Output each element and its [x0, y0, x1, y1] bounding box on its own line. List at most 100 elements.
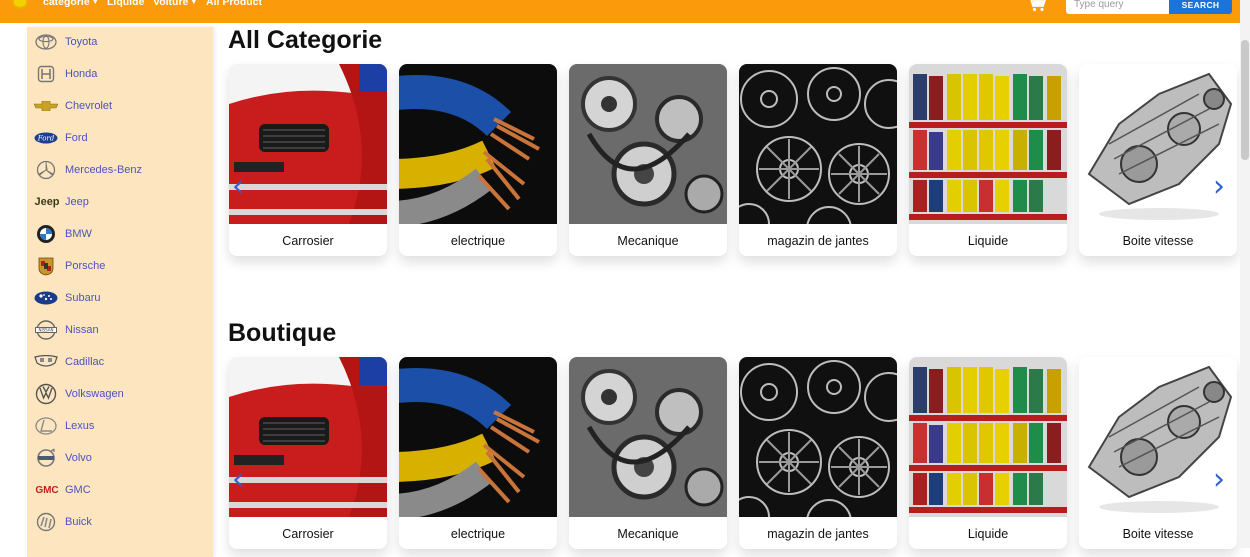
sidebar-item-label: Ford: [65, 132, 88, 144]
sidebar-item-label: BMW: [65, 228, 92, 240]
mercedes-logo-icon: [34, 159, 58, 181]
category-card-label: magazin de jantes: [767, 234, 869, 248]
ford-logo-icon: Ford: [34, 127, 58, 149]
search-input[interactable]: [1066, 0, 1169, 14]
category-card-label: electrique: [450, 234, 506, 248]
category-card-label: Liquide: [967, 527, 1009, 541]
top-navbar: categorie ▼ Liquide Voiture ▼ All Product …: [0, 0, 1240, 23]
category-card-label: electrique: [450, 527, 506, 541]
sidebar-item-label: Honda: [65, 68, 98, 80]
buick-logo-icon: [34, 511, 58, 533]
nav-link-voiture[interactable]: Voiture ▼: [153, 0, 197, 8]
category-card[interactable]: Liquide: [909, 357, 1067, 549]
carousel-prev-arrow-icon[interactable]: ‹: [232, 172, 244, 202]
lexus-logo-icon: [34, 415, 58, 437]
category-card[interactable]: Liquide: [909, 64, 1067, 256]
sidebar-item-bmw[interactable]: BMW: [27, 219, 213, 249]
category-card-label: Boite vitesse: [1122, 527, 1194, 541]
oil-bottles-image[interactable]: [909, 357, 1067, 517]
sidebar-item-cadillac[interactable]: Cadillac: [27, 347, 213, 377]
category-card-label: Mecanique: [617, 234, 679, 248]
search-button[interactable]: SEARCH: [1169, 0, 1232, 14]
toyota-logo-icon: [34, 31, 58, 53]
section-title-all-categorie: All Categorie: [228, 26, 383, 54]
category-card-label: Carrosier: [282, 527, 334, 541]
category-card-label: Liquide: [967, 234, 1009, 248]
sidebar-item-gmc[interactable]: GMC GMC: [27, 475, 213, 505]
engine-image[interactable]: [569, 64, 727, 224]
gmc-logo-icon: GMC: [35, 484, 59, 496]
cart-icon[interactable]: [1027, 0, 1047, 12]
honda-logo-icon: [34, 63, 58, 85]
nav-link-categorie[interactable]: categorie ▼: [43, 0, 99, 8]
category-card[interactable]: Carrosier: [229, 64, 387, 256]
category-card-label: magazin de jantes: [767, 527, 869, 541]
sidebar-item-nissan[interactable]: NISSAN Nissan: [27, 315, 213, 345]
subaru-logo-icon: [34, 287, 58, 309]
nav-link-liquide[interactable]: Liquide: [107, 0, 144, 8]
porsche-logo-icon: [34, 255, 58, 277]
sidebar-item-honda[interactable]: Honda: [27, 59, 213, 89]
category-card-label: Mecanique: [617, 527, 679, 541]
sidebar-item-lexus[interactable]: Lexus: [27, 411, 213, 441]
scrollbar-thumb[interactable]: [1241, 40, 1249, 160]
category-card[interactable]: electrique: [399, 357, 557, 549]
sidebar-item-label: Jeep: [65, 196, 89, 208]
sidebar-item-label: Lexus: [65, 420, 95, 432]
chevrolet-logo-icon: [34, 95, 58, 117]
sidebar-item-toyota[interactable]: Toyota: [27, 27, 213, 57]
sidebar-item-label: Volkswagen: [65, 388, 124, 400]
category-card[interactable]: electrique: [399, 64, 557, 256]
volkswagen-logo-icon: [34, 383, 58, 405]
sidebar-item-volkswagen[interactable]: Volkswagen: [27, 379, 213, 409]
bmw-logo-icon: [34, 223, 58, 245]
section-title-boutique: Boutique: [228, 319, 337, 347]
sidebar-item-jeep[interactable]: Jeep Jeep: [27, 187, 213, 217]
nav-link-all-product[interactable]: All Product: [206, 0, 262, 8]
carousel-next-arrow-icon[interactable]: ›: [1213, 172, 1225, 202]
category-card[interactable]: Mecanique: [569, 357, 727, 549]
sidebar-item-label: Volvo: [65, 452, 92, 464]
category-card[interactable]: Carrosier: [229, 357, 387, 549]
svg-text:Ford: Ford: [37, 135, 55, 143]
carousel-next-arrow-icon[interactable]: ›: [1213, 465, 1225, 495]
sidebar-item-volvo[interactable]: Volvo: [27, 443, 213, 473]
wheel-rims-image[interactable]: [739, 357, 897, 517]
category-card[interactable]: Mecanique: [569, 64, 727, 256]
electric-cables-image[interactable]: [399, 64, 557, 224]
sidebar-item-label: Toyota: [65, 36, 98, 48]
volvo-logo-icon: [34, 447, 58, 469]
jeep-logo-icon: Jeep: [34, 196, 60, 208]
sidebar-item-mercedes[interactable]: Mercedes-Benz: [27, 155, 213, 185]
car-body-image[interactable]: [229, 357, 387, 517]
cadillac-logo-icon: [34, 351, 58, 373]
sidebar-item-ford[interactable]: Ford Ford: [27, 123, 213, 153]
sidebar-item-label: Nissan: [65, 324, 99, 336]
sidebar-item-porsche[interactable]: Porsche: [27, 251, 213, 281]
brand-sidebar: Toyota Honda Chevrolet Ford Ford Mercede…: [27, 27, 213, 557]
engine-image[interactable]: [569, 357, 727, 517]
category-card[interactable]: Boite vitesse: [1079, 357, 1237, 549]
caret-down-icon: ▼: [190, 0, 198, 6]
sidebar-item-label: Buick: [65, 516, 92, 528]
category-card[interactable]: magazin de jantes: [739, 357, 897, 549]
sidebar-item-label: Porsche: [65, 260, 106, 272]
nissan-logo-icon: NISSAN: [34, 319, 58, 341]
sidebar-item-chevrolet[interactable]: Chevrolet: [27, 91, 213, 121]
carousel-prev-arrow-icon[interactable]: ‹: [232, 465, 244, 495]
electric-cables-image[interactable]: [399, 357, 557, 517]
category-card[interactable]: magazin de jantes: [739, 64, 897, 256]
sidebar-item-label: Chevrolet: [65, 100, 113, 112]
wheel-rims-image[interactable]: [739, 64, 897, 224]
sidebar-item-subaru[interactable]: Subaru: [27, 283, 213, 313]
sidebar-item-buick[interactable]: Buick: [27, 507, 213, 537]
caret-down-icon: ▼: [91, 0, 99, 6]
site-logo[interactable]: [12, 0, 28, 9]
oil-bottles-image[interactable]: [909, 64, 1067, 224]
sidebar-item-label: Mercedes-Benz: [65, 164, 143, 176]
sidebar-item-label: Subaru: [65, 292, 101, 304]
car-body-image[interactable]: [229, 64, 387, 224]
category-card[interactable]: Boite vitesse: [1079, 64, 1237, 256]
svg-text:NISSAN: NISSAN: [38, 328, 53, 333]
category-card-label: Carrosier: [282, 234, 334, 248]
